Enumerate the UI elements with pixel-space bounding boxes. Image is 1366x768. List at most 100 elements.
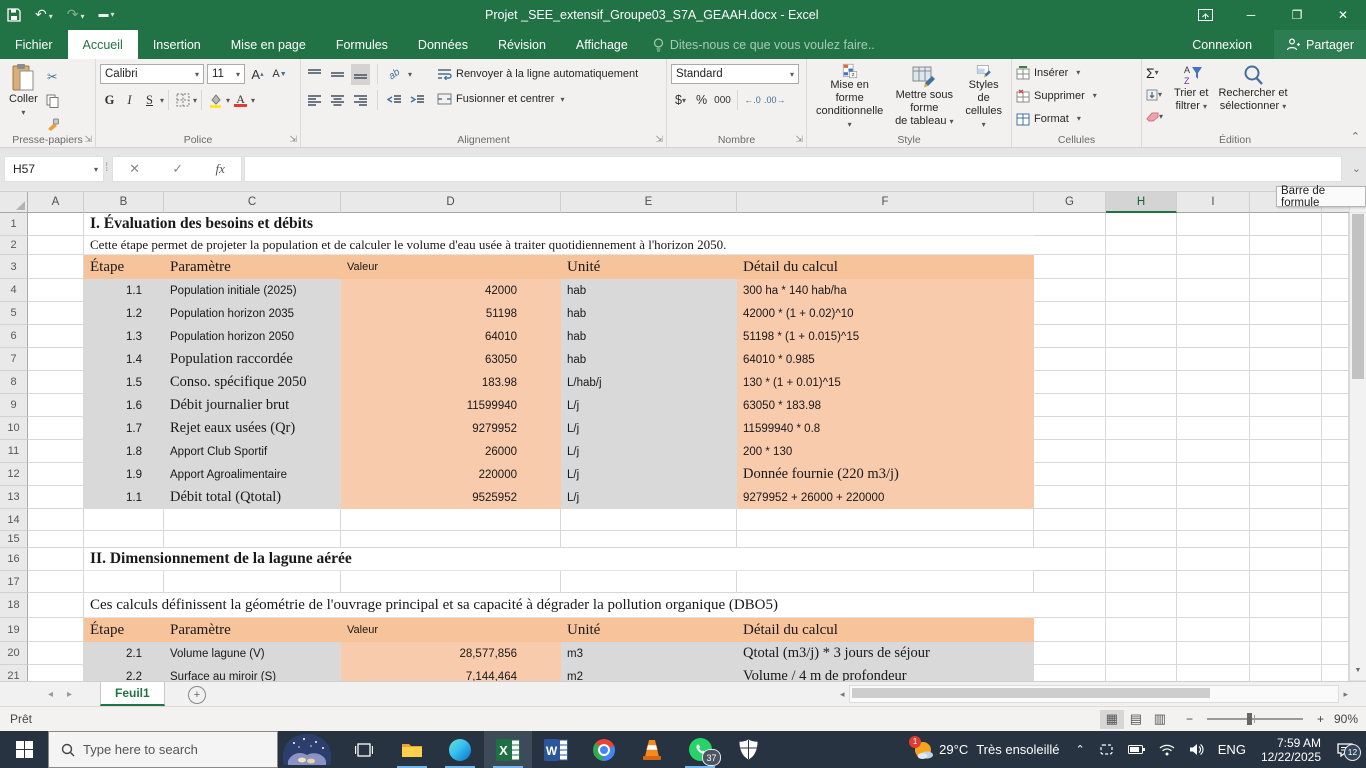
cell-A5[interactable]: [28, 302, 84, 325]
cell-pad18[interactable]: [1322, 593, 1349, 618]
cell-D20[interactable]: 28,577,856: [341, 642, 561, 665]
cell-G16[interactable]: [1034, 548, 1106, 571]
tab-accueil[interactable]: Accueil: [68, 30, 138, 59]
cell-A19[interactable]: [28, 618, 84, 642]
cell-G15[interactable]: [1034, 531, 1106, 548]
zoom-slider-thumb[interactable]: [1247, 713, 1252, 725]
column-header-F[interactable]: F: [737, 192, 1034, 213]
file-explorer-button[interactable]: [388, 731, 436, 768]
cell-A21[interactable]: [28, 665, 84, 681]
cell-I17[interactable]: [1177, 571, 1250, 593]
cell-E9[interactable]: L/j: [561, 394, 737, 417]
cell-I1[interactable]: [1177, 213, 1250, 236]
cell-I5[interactable]: [1177, 302, 1250, 325]
whatsapp-button[interactable]: 37: [676, 731, 724, 768]
decrease-indent-icon[interactable]: [385, 90, 404, 111]
decrease-decimal-icon[interactable]: .00→: [764, 90, 786, 111]
cell-pad17[interactable]: [1322, 571, 1349, 593]
increase-decimal-icon[interactable]: ←.0: [743, 90, 762, 111]
cell-I20[interactable]: [1177, 642, 1250, 665]
new-sheet-button[interactable]: +: [188, 686, 206, 704]
cell-pad1[interactable]: [1322, 213, 1349, 236]
zoom-in-icon[interactable]: +: [1317, 712, 1324, 726]
cell-A15[interactable]: [28, 531, 84, 548]
formula-input[interactable]: [244, 156, 1342, 182]
row-header-11[interactable]: 11: [0, 440, 28, 463]
cell-C11[interactable]: Apport Club Sportif: [164, 440, 341, 463]
paste-button[interactable]: Coller▾: [4, 62, 43, 135]
font-size-combo[interactable]: 11▾: [207, 64, 245, 84]
cell-C5[interactable]: Population horizon 2035: [164, 302, 341, 325]
format-painter-icon[interactable]: [43, 114, 62, 135]
cell-D6[interactable]: 64010: [341, 325, 561, 348]
cell-E12[interactable]: L/j: [561, 463, 737, 486]
cell-F19[interactable]: Détail du calcul: [737, 618, 1034, 642]
cell-G13[interactable]: [1034, 486, 1106, 509]
row-header-4[interactable]: 4: [0, 279, 28, 302]
close-button[interactable]: ✕: [1320, 0, 1366, 30]
number-format-combo[interactable]: Standard▾: [671, 64, 799, 84]
cell-J3[interactable]: [1250, 255, 1322, 279]
row-header-8[interactable]: 8: [0, 371, 28, 394]
cell-B17[interactable]: [84, 571, 164, 593]
column-header-E[interactable]: E: [561, 192, 737, 213]
cell-I14[interactable]: [1177, 509, 1250, 531]
cell-H3[interactable]: [1106, 255, 1177, 279]
cell-F7[interactable]: 64010 * 0.985: [737, 348, 1034, 371]
cell-J4[interactable]: [1250, 279, 1322, 302]
cell-A1[interactable]: [28, 213, 84, 236]
ribbon-display-options-button[interactable]: [1182, 0, 1228, 30]
cell-D17[interactable]: [341, 571, 561, 593]
cell-E4[interactable]: hab: [561, 279, 737, 302]
cell-D13[interactable]: 9525952: [341, 486, 561, 509]
horizontal-scrollbar-thumb[interactable]: [852, 688, 1210, 698]
cell-A7[interactable]: [28, 348, 84, 371]
cell-C19[interactable]: Paramètre: [164, 618, 341, 642]
cell-H1[interactable]: [1106, 213, 1177, 236]
cut-icon[interactable]: ✂: [43, 66, 62, 87]
cell-D5[interactable]: 51198: [341, 302, 561, 325]
cell-G18[interactable]: [1034, 593, 1106, 618]
cell-F3[interactable]: Détail du calcul: [737, 255, 1034, 279]
tray-chevron-up-icon[interactable]: ⌃: [1076, 743, 1085, 756]
cell-I18[interactable]: [1177, 593, 1250, 618]
merge-center-button[interactable]: Fusionner et centrer ▾: [437, 87, 638, 111]
cell-C10[interactable]: Rejet eaux usées (Qr): [164, 417, 341, 440]
battery-icon[interactable]: [1128, 744, 1145, 755]
tab-donnees[interactable]: Données: [403, 30, 483, 59]
cell-F20[interactable]: Qtotal (m3/j) * 3 jours de séjour: [737, 642, 1034, 665]
italic-button[interactable]: I: [120, 90, 139, 111]
excel-button[interactable]: X: [484, 731, 532, 768]
cell-C4[interactable]: Population initiale (2025): [164, 279, 341, 302]
align-right-icon[interactable]: [351, 90, 370, 111]
cell-B4[interactable]: 1.1: [84, 279, 164, 302]
cell-H8[interactable]: [1106, 371, 1177, 394]
cell-H13[interactable]: [1106, 486, 1177, 509]
cell-pad3[interactable]: [1322, 255, 1349, 279]
currency-format-button[interactable]: $▾: [671, 90, 690, 111]
cell-H16[interactable]: [1106, 548, 1177, 571]
cell-pad19[interactable]: [1322, 618, 1349, 642]
cell-B16[interactable]: II. Dimensionnement de la lagune aérée: [84, 548, 1034, 571]
row-header-12[interactable]: 12: [0, 463, 28, 486]
cell-H7[interactable]: [1106, 348, 1177, 371]
column-header-A[interactable]: A: [28, 192, 84, 213]
start-button[interactable]: [0, 731, 48, 768]
cell-E8[interactable]: L/hab/j: [561, 371, 737, 394]
cell-pad4[interactable]: [1322, 279, 1349, 302]
cell-G14[interactable]: [1034, 509, 1106, 531]
cell-G2[interactable]: [1034, 236, 1106, 255]
vertical-scrollbar-thumb[interactable]: [1352, 214, 1364, 379]
cell-G19[interactable]: [1034, 618, 1106, 642]
font-color-icon[interactable]: A: [231, 90, 250, 111]
align-left-icon[interactable]: [305, 90, 324, 111]
cell-F6[interactable]: 51198 * (1 + 0.015)^15: [737, 325, 1034, 348]
cell-I8[interactable]: [1177, 371, 1250, 394]
cell-A13[interactable]: [28, 486, 84, 509]
hscroll-right-icon[interactable]: ▸: [1339, 689, 1352, 700]
cell-E21[interactable]: m2: [561, 665, 737, 681]
cell-B11[interactable]: 1.8: [84, 440, 164, 463]
bold-button[interactable]: G: [100, 90, 119, 111]
cell-pad7[interactable]: [1322, 348, 1349, 371]
cell-A14[interactable]: [28, 509, 84, 531]
